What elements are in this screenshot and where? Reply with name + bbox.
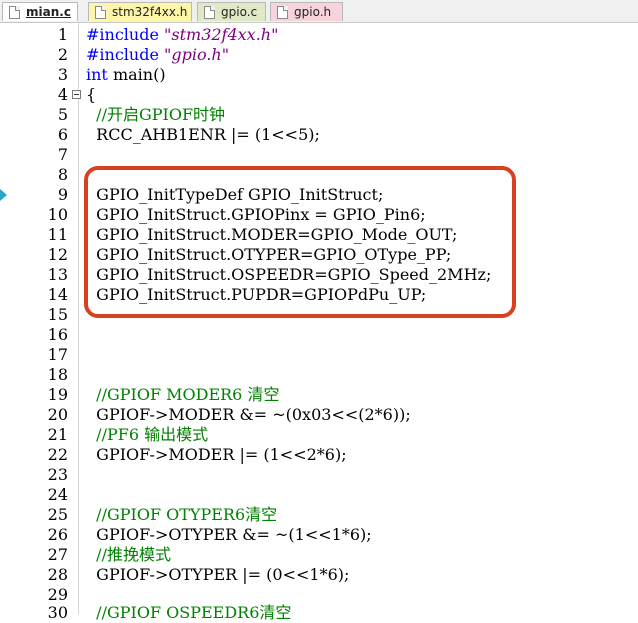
line-number: 11 bbox=[47, 225, 68, 244]
line-number: 8 bbox=[57, 165, 68, 184]
code-line: 22 GPIOF->MODER |= (1<<2*6); bbox=[0, 445, 638, 465]
line-number: 17 bbox=[47, 345, 68, 364]
code-line: 17 bbox=[0, 345, 638, 365]
current-line-arrow-icon bbox=[0, 189, 7, 201]
code-line: 24 bbox=[0, 485, 638, 505]
line-number: 21 bbox=[47, 425, 68, 444]
file-icon bbox=[277, 5, 288, 19]
line-number: 4 bbox=[57, 85, 68, 104]
code-line: 29 bbox=[0, 585, 638, 605]
line-number: 12 bbox=[47, 245, 68, 264]
code-line: 26 GPIOF->OTYPER &= ~(1<<1*6); bbox=[0, 525, 638, 545]
line-number: 27 bbox=[47, 545, 68, 564]
editor-tab-bar: mian.c stm32f4xx.h gpio.c gpio.h bbox=[0, 0, 638, 23]
code-editor[interactable]: 1 #include "stm32f4xx.h" 2 #include "gpi… bbox=[0, 23, 638, 622]
code-line: 1 #include "stm32f4xx.h" bbox=[0, 25, 638, 45]
tab-label: gpio.h bbox=[294, 5, 332, 19]
line-number: 24 bbox=[47, 485, 68, 504]
line-number: 6 bbox=[57, 125, 68, 144]
tab-gpio-c[interactable]: gpio.c bbox=[197, 2, 266, 21]
keyword: int bbox=[86, 65, 108, 84]
comment: //GPIOF OSPEEDR6清空 bbox=[86, 603, 292, 622]
code-text: { bbox=[86, 85, 97, 104]
file-icon bbox=[95, 5, 106, 19]
code-text: GPIOF->OTYPER |= (0<<1*6); bbox=[86, 565, 350, 584]
file-icon bbox=[9, 5, 20, 19]
string-literal: "stm32f4xx.h" bbox=[164, 25, 279, 44]
code-line: 3 int main() bbox=[0, 65, 638, 85]
code-text: GPIOF->OTYPER &= ~(1<<1*6); bbox=[86, 525, 372, 544]
line-number: 10 bbox=[47, 205, 68, 224]
line-number: 28 bbox=[47, 565, 68, 584]
preprocessor-directive: #include bbox=[86, 25, 165, 44]
tab-label: stm32f4xx.h bbox=[112, 5, 188, 19]
code-text: GPIOF->MODER |= (1<<2*6); bbox=[86, 445, 347, 464]
line-number: 1 bbox=[57, 25, 68, 44]
line-number: 30 bbox=[47, 603, 68, 622]
line-number: 9 bbox=[57, 185, 68, 204]
code-line: 18 bbox=[0, 365, 638, 385]
comment: //开启GPIOF时钟 bbox=[86, 105, 226, 124]
line-number: 20 bbox=[47, 405, 68, 424]
line-number: 7 bbox=[57, 145, 68, 164]
code-line: 6 RCC_AHB1ENR |= (1<<5); bbox=[0, 125, 638, 145]
string-literal: "gpio.h" bbox=[164, 45, 230, 64]
comment: //PF6 输出模式 bbox=[86, 425, 209, 444]
code-line: 20 GPIOF->MODER &= ~(0x03<<(2*6)); bbox=[0, 405, 638, 425]
line-number: 26 bbox=[47, 525, 68, 544]
preprocessor-directive: #include bbox=[86, 45, 165, 64]
code-line: 4 { bbox=[0, 85, 638, 105]
line-number: 15 bbox=[47, 305, 68, 324]
tab-stm32f4xx-h[interactable]: stm32f4xx.h bbox=[88, 2, 192, 21]
highlight-annotation-box bbox=[84, 166, 516, 318]
line-number: 18 bbox=[47, 365, 68, 384]
line-number: 14 bbox=[47, 285, 68, 304]
code-line: 21 //PF6 输出模式 bbox=[0, 425, 638, 445]
tab-label: mian.c bbox=[26, 5, 71, 19]
line-number: 23 bbox=[47, 465, 68, 484]
file-icon bbox=[204, 5, 215, 19]
code-line: 28 GPIOF->OTYPER |= (0<<1*6); bbox=[0, 565, 638, 585]
code-line: 19 //GPIOF MODER6 清空 bbox=[0, 385, 638, 405]
line-number: 16 bbox=[47, 325, 68, 344]
line-number: 29 bbox=[47, 585, 68, 604]
code-line: 7 bbox=[0, 145, 638, 165]
code-line: 27 //推挽模式 bbox=[0, 545, 638, 565]
line-number: 13 bbox=[47, 265, 68, 284]
line-number: 25 bbox=[47, 505, 68, 524]
comment: //GPIOF OTYPER6清空 bbox=[86, 505, 278, 524]
code-line: 2 #include "gpio.h" bbox=[0, 45, 638, 65]
code-text: RCC_AHB1ENR |= (1<<5); bbox=[86, 125, 320, 144]
code-line: 25 //GPIOF OTYPER6清空 bbox=[0, 505, 638, 525]
comment: //推挽模式 bbox=[86, 545, 171, 564]
comment: //GPIOF MODER6 清空 bbox=[86, 385, 280, 404]
code-line: 30 //GPIOF OSPEEDR6清空 bbox=[0, 603, 638, 623]
code-line: 5 //开启GPIOF时钟 bbox=[0, 105, 638, 125]
line-number: 3 bbox=[57, 65, 68, 84]
code-line: 16 bbox=[0, 325, 638, 345]
line-number: 2 bbox=[57, 45, 68, 64]
line-number: 19 bbox=[47, 385, 68, 404]
line-number: 5 bbox=[57, 105, 68, 124]
code-text: GPIOF->MODER &= ~(0x03<<(2*6)); bbox=[86, 405, 411, 424]
code-text: main() bbox=[107, 65, 166, 84]
tab-mian-c[interactable]: mian.c bbox=[2, 2, 78, 21]
fold-collapse-icon[interactable] bbox=[72, 90, 81, 99]
line-number: 22 bbox=[47, 445, 68, 464]
code-line: 23 bbox=[0, 465, 638, 485]
tab-label: gpio.c bbox=[221, 5, 258, 19]
tab-gpio-h[interactable]: gpio.h bbox=[270, 2, 343, 21]
